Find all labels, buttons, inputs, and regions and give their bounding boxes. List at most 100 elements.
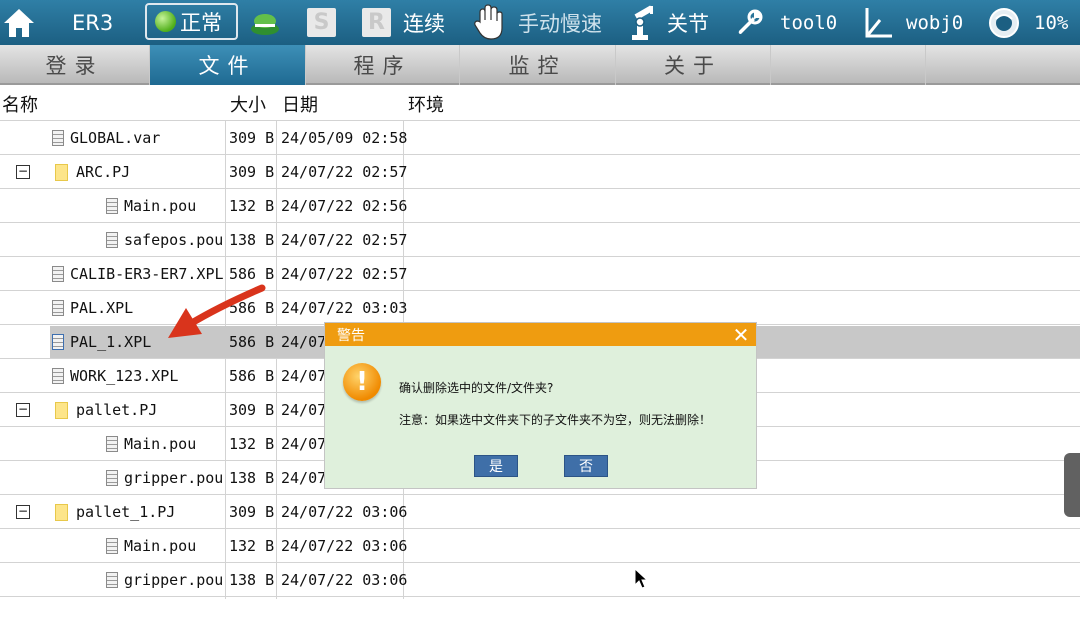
warning-dialog: 警告 ✕ ! 确认删除选中的文件/文件夹? 注意：如果选中文件夹下的子文件夹不为… bbox=[324, 322, 757, 489]
coord-label[interactable]: 关节 bbox=[667, 0, 709, 45]
file-icon bbox=[106, 470, 118, 486]
table-row[interactable]: GLOBAL.var 309 B 24/05/09 02:58 bbox=[0, 121, 1080, 155]
file-date: 24/07 bbox=[281, 401, 327, 419]
dialog-title: 警告 bbox=[325, 323, 756, 346]
tab-login[interactable]: 登录 bbox=[0, 45, 150, 85]
file-date: 24/07/22 02:57 bbox=[281, 265, 408, 283]
warning-icon: ! bbox=[343, 363, 381, 401]
file-size: 309 B bbox=[229, 401, 275, 419]
table-row[interactable]: − pallet_1.PJ 309 B 24/07/22 03:06 bbox=[0, 495, 1080, 529]
side-panel-handle[interactable] bbox=[1064, 453, 1080, 517]
file-size: 138 B bbox=[229, 571, 275, 589]
file-date: 24/07 bbox=[281, 367, 327, 385]
dialog-note: 注意：如果选中文件夹下的子文件夹不为空，则无法删除！ bbox=[399, 413, 712, 427]
file-icon bbox=[106, 538, 118, 554]
speed-gauge-icon[interactable] bbox=[988, 0, 1020, 45]
tab-program[interactable]: 程序 bbox=[306, 45, 460, 85]
header-size[interactable]: 大小 bbox=[228, 87, 266, 121]
file-date: 24/07 bbox=[281, 469, 327, 487]
tab-empty-2 bbox=[926, 45, 1080, 85]
wobj-label[interactable]: wobj0 bbox=[906, 0, 963, 45]
table-row[interactable]: gripper.pou 138 B 24/07/22 03:06 bbox=[0, 563, 1080, 597]
file-size: 309 B bbox=[229, 163, 275, 181]
file-size: 138 B bbox=[229, 469, 275, 487]
file-name: CALIB-ER3-ER7.XPL bbox=[70, 265, 224, 283]
close-icon[interactable]: ✕ bbox=[730, 323, 752, 347]
robot-state-indicator[interactable]: 正常 bbox=[145, 3, 238, 40]
tab-about[interactable]: 关于 bbox=[616, 45, 771, 85]
file-icon bbox=[52, 130, 64, 146]
file-size: 132 B bbox=[229, 197, 275, 215]
tool-label[interactable]: tool0 bbox=[780, 0, 837, 45]
file-name: PAL.XPL bbox=[70, 299, 134, 317]
tab-empty-1 bbox=[771, 45, 926, 85]
file-icon bbox=[52, 266, 64, 282]
file-date: 24/07 bbox=[281, 435, 327, 453]
file-name: gripper.pou bbox=[124, 571, 224, 589]
robot-model: ER3 bbox=[72, 10, 114, 35]
file-date: 24/07 bbox=[281, 333, 327, 351]
mode-r-label: R bbox=[362, 8, 391, 37]
file-icon bbox=[52, 300, 64, 316]
file-icon bbox=[106, 232, 118, 248]
file-date: 24/07/22 02:56 bbox=[281, 197, 408, 215]
header-env[interactable]: 环境 bbox=[406, 87, 444, 121]
file-date: 24/07/22 03:06 bbox=[281, 571, 408, 589]
file-size: 309 B bbox=[229, 129, 275, 147]
table-row[interactable]: Main.pou 132 B 24/07/22 02:56 bbox=[0, 189, 1080, 223]
tab-bar: 登录 文件 程序 监控 关于 bbox=[0, 45, 1080, 85]
table-row[interactable]: Main.pou 132 B 24/07/22 03:06 bbox=[0, 529, 1080, 563]
file-name: PAL_1.XPL bbox=[70, 333, 152, 351]
speed-percent[interactable]: 10% bbox=[1034, 0, 1068, 45]
file-icon bbox=[52, 368, 64, 384]
header-name[interactable]: 名称 bbox=[0, 87, 38, 121]
run-mode-label[interactable]: 连续 bbox=[403, 0, 445, 45]
table-row[interactable]: − ARC.PJ 309 B 24/07/22 02:57 bbox=[0, 155, 1080, 189]
status-bar: ER3 正常 S R 连续 手动慢速 关节 tool0 wobj0 10% bbox=[0, 0, 1080, 45]
mouse-cursor-icon bbox=[634, 568, 649, 589]
file-date: 24/07/22 02:57 bbox=[281, 231, 408, 249]
table-row[interactable]: safepos.pou 138 B 24/07/22 02:57 bbox=[0, 223, 1080, 257]
hand-icon[interactable] bbox=[472, 0, 506, 45]
enable-icon[interactable] bbox=[249, 0, 281, 45]
file-icon bbox=[106, 436, 118, 452]
file-size: 132 B bbox=[229, 435, 275, 453]
file-table-header: 名称 大小 日期 环境 bbox=[0, 87, 1080, 121]
file-name: ARC.PJ bbox=[76, 163, 131, 181]
robot-state-label: 正常 bbox=[180, 10, 222, 35]
speed-mode-label[interactable]: 手动慢速 bbox=[518, 0, 602, 45]
tab-file[interactable]: 文件 bbox=[150, 45, 306, 85]
file-date: 24/07/22 03:06 bbox=[281, 503, 408, 521]
file-date: 24/07/22 02:57 bbox=[281, 163, 408, 181]
folder-icon bbox=[55, 401, 68, 419]
file-name: pallet_1.PJ bbox=[76, 503, 176, 521]
wrench-icon[interactable] bbox=[734, 0, 764, 45]
file-date: 24/07/22 03:06 bbox=[281, 537, 408, 555]
mode-r-button[interactable]: R bbox=[362, 0, 391, 45]
file-name: gripper.pou bbox=[124, 469, 224, 487]
tab-monitor[interactable]: 监控 bbox=[460, 45, 616, 85]
confirm-yes-button[interactable]: 是 bbox=[474, 455, 518, 477]
file-name: Main.pou bbox=[124, 197, 197, 215]
file-date: 24/05/09 02:58 bbox=[281, 129, 408, 147]
mode-s-button[interactable]: S bbox=[307, 0, 336, 45]
state-led-icon bbox=[155, 11, 176, 32]
workobject-icon[interactable] bbox=[862, 0, 894, 45]
confirm-no-button[interactable]: 否 bbox=[564, 455, 608, 477]
file-name: Main.pou bbox=[124, 435, 197, 453]
collapse-icon[interactable]: − bbox=[16, 505, 30, 519]
file-name: Main.pou bbox=[124, 537, 197, 555]
home-icon[interactable] bbox=[2, 0, 36, 45]
collapse-icon[interactable]: − bbox=[16, 165, 30, 179]
file-date: 24/07/22 03:03 bbox=[281, 299, 408, 317]
file-icon bbox=[52, 334, 64, 350]
file-size: 138 B bbox=[229, 231, 275, 249]
header-date[interactable]: 日期 bbox=[280, 87, 318, 121]
file-icon bbox=[106, 572, 118, 588]
collapse-icon[interactable]: − bbox=[16, 403, 30, 417]
red-arrow-icon bbox=[168, 284, 266, 338]
file-name: WORK_123.XPL bbox=[70, 367, 179, 385]
file-name: pallet.PJ bbox=[76, 401, 158, 419]
file-size: 132 B bbox=[229, 537, 275, 555]
robot-arm-icon[interactable] bbox=[622, 0, 658, 45]
